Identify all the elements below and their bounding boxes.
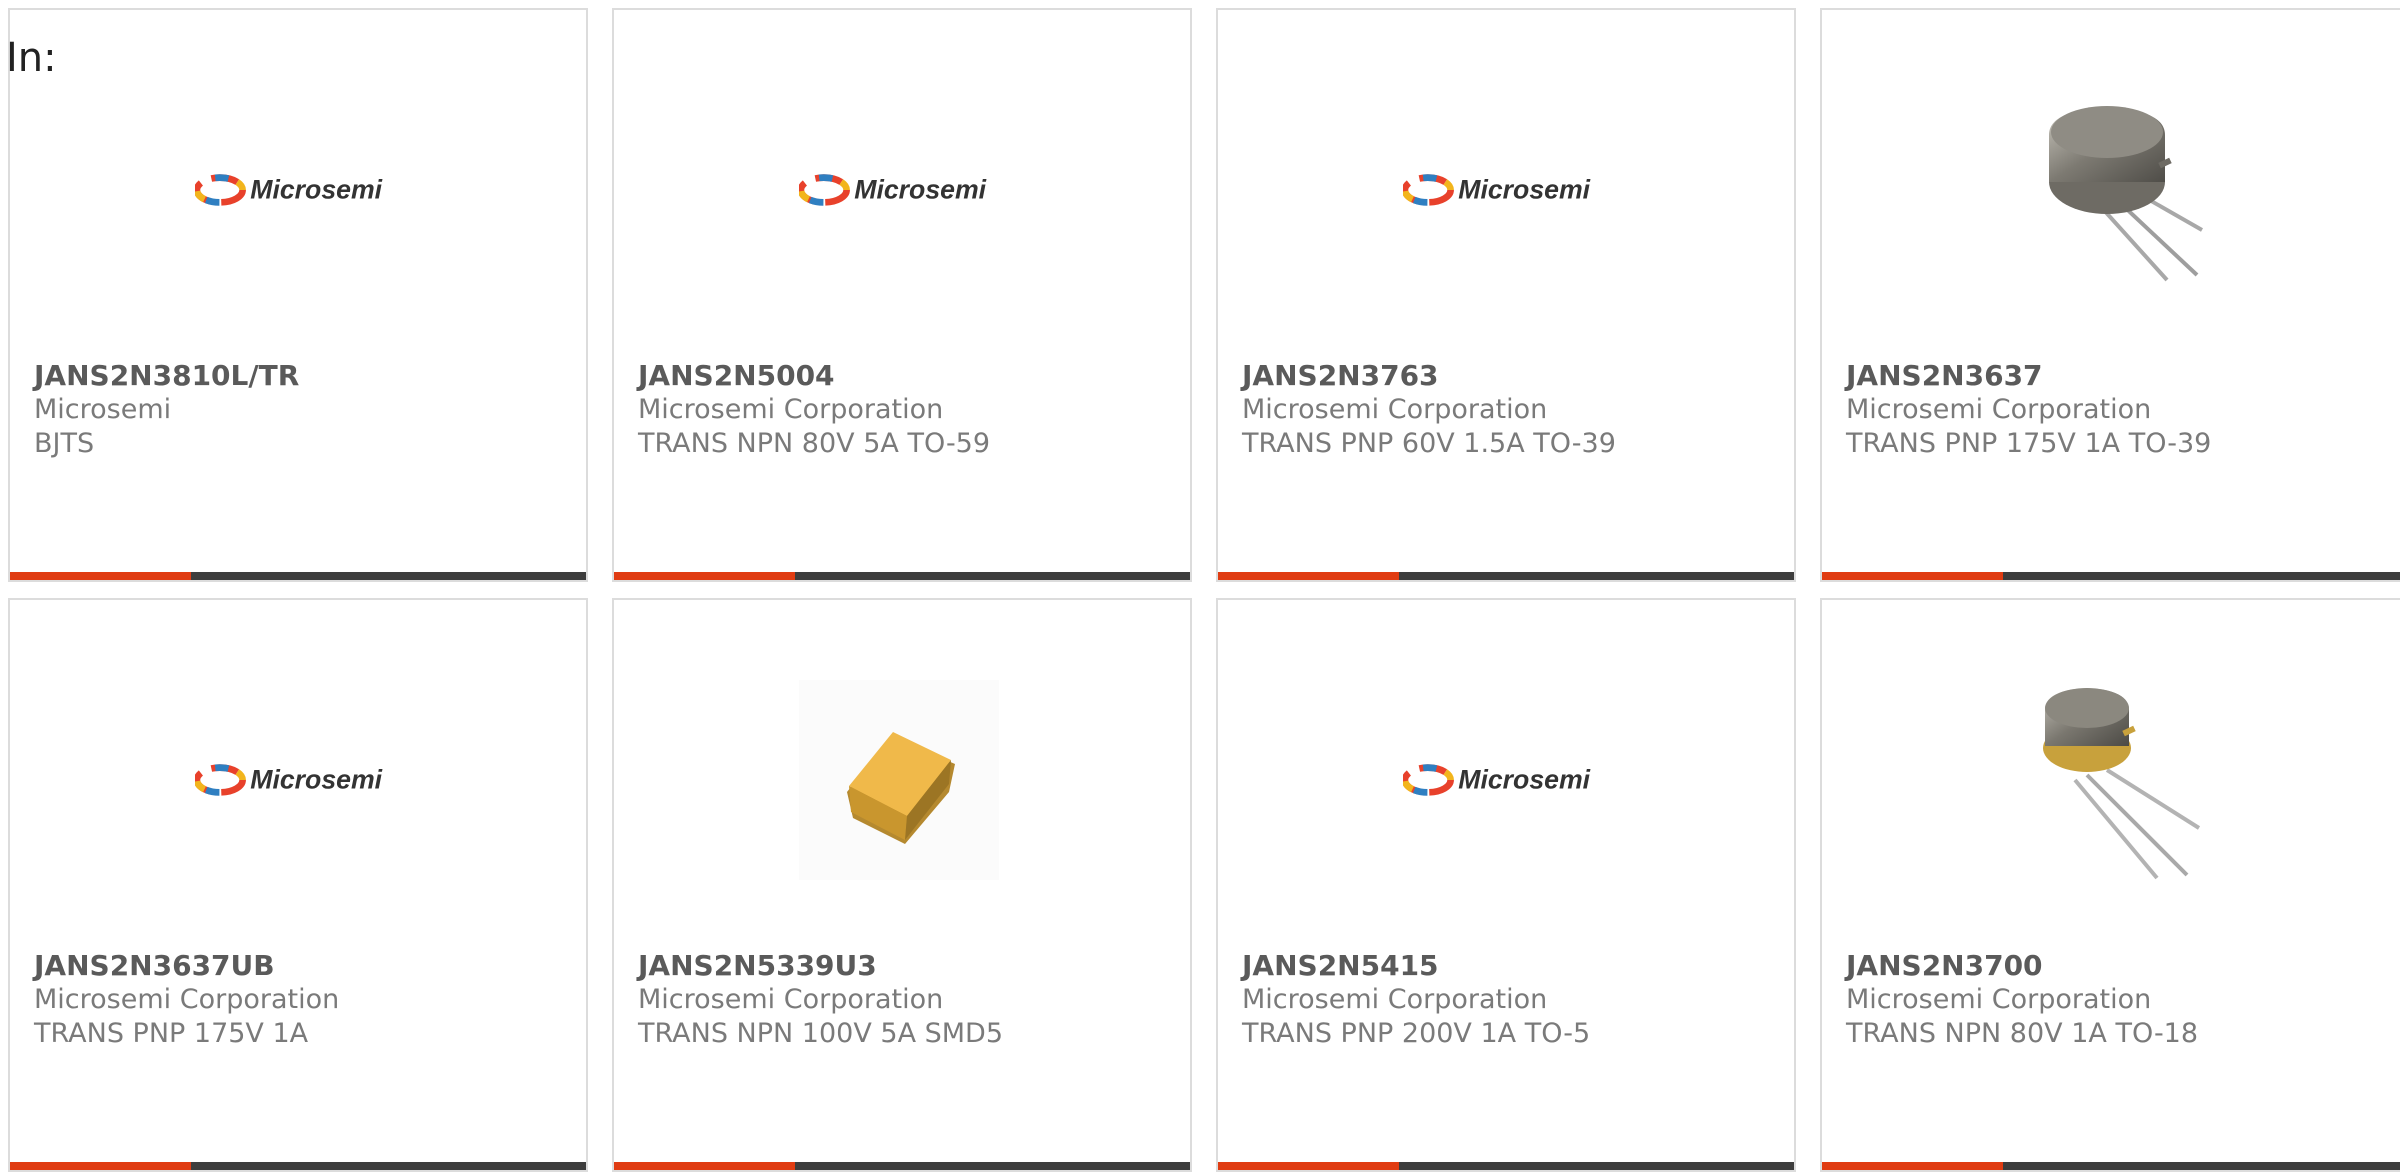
- product-image: Microsemi: [195, 90, 395, 290]
- microsemi-logo-icon: Microsemi: [1403, 174, 1591, 206]
- part-number[interactable]: JANS2N5339U3: [638, 949, 877, 982]
- product-image: [2007, 680, 2207, 880]
- product-card[interactable]: Microsemi JANS2N3637UB Microsemi Corpora…: [8, 598, 588, 1172]
- product-image: [2007, 90, 2207, 290]
- card-bar: [1822, 572, 2400, 580]
- card-bar: [614, 1162, 1190, 1170]
- product-image: Microsemi: [1403, 90, 1603, 290]
- svg-text:Microsemi: Microsemi: [1458, 175, 1590, 205]
- svg-text:Microsemi: Microsemi: [1458, 765, 1590, 795]
- product-card[interactable]: JANS2N3637 Microsemi Corporation TRANS P…: [1820, 8, 2400, 582]
- microsemi-logo-icon: Microsemi: [1403, 764, 1591, 796]
- manufacturer: Microsemi Corporation: [34, 984, 340, 1015]
- microsemi-logo-icon: Microsemi: [195, 764, 383, 796]
- product-card[interactable]: JANS2N5339U3 Microsemi Corporation TRANS…: [612, 598, 1192, 1172]
- product-image: Microsemi: [195, 680, 395, 880]
- svg-text:Microsemi: Microsemi: [250, 175, 382, 205]
- svg-text:Microsemi: Microsemi: [854, 175, 986, 205]
- microsemi-logo-icon: Microsemi: [195, 174, 383, 206]
- product-card[interactable]: Microsemi JANS2N5415 Microsemi Corporati…: [1216, 598, 1796, 1172]
- description: TRANS PNP 175V 1A TO-39: [1846, 428, 2212, 459]
- card-bar: [1822, 1162, 2400, 1170]
- product-card[interactable]: Microsemi JANS2N3763 Microsemi Corporati…: [1216, 8, 1796, 582]
- smd5-package-icon: [799, 680, 999, 880]
- description: TRANS PNP 175V 1A: [34, 1018, 309, 1049]
- description: TRANS NPN 80V 1A TO-18: [1846, 1018, 2199, 1049]
- part-number[interactable]: JANS2N3763: [1242, 359, 1439, 392]
- product-image: Microsemi: [1403, 680, 1603, 880]
- part-number[interactable]: JANS2N3810L/TR: [34, 359, 299, 392]
- description: TRANS NPN 100V 5A SMD5: [638, 1018, 1004, 1049]
- product-image: [799, 680, 999, 880]
- description: BJTS: [34, 428, 95, 459]
- part-number[interactable]: JANS2N3637: [1846, 359, 2043, 392]
- card-bar: [10, 1162, 586, 1170]
- manufacturer: Microsemi Corporation: [638, 984, 944, 1015]
- to18-transistor-icon: [2043, 688, 2201, 880]
- product-card[interactable]: JANS2N3700 Microsemi Corporation TRANS N…: [1820, 598, 2400, 1172]
- part-number[interactable]: JANS2N5415: [1242, 949, 1439, 982]
- in-label: In:: [6, 35, 57, 81]
- part-number[interactable]: JANS2N3637UB: [34, 949, 275, 982]
- card-bar: [10, 572, 586, 580]
- product-card[interactable]: Microsemi JANS2N3810L/TR Microsemi BJTS: [8, 8, 588, 582]
- part-number[interactable]: JANS2N3700: [1846, 949, 2043, 982]
- manufacturer: Microsemi Corporation: [1242, 394, 1548, 425]
- part-number[interactable]: JANS2N5004: [638, 359, 835, 392]
- product-card[interactable]: Microsemi JANS2N5004 Microsemi Corporati…: [612, 8, 1192, 582]
- description: TRANS PNP 200V 1A TO-5: [1242, 1018, 1591, 1049]
- microsemi-logo-icon: Microsemi: [799, 174, 987, 206]
- to39-transistor-icon: [2049, 106, 2203, 282]
- card-bar: [614, 572, 1190, 580]
- manufacturer: Microsemi Corporation: [638, 394, 944, 425]
- card-bar: [1218, 572, 1794, 580]
- description: TRANS PNP 60V 1.5A TO-39: [1242, 428, 1616, 459]
- svg-text:Microsemi: Microsemi: [250, 765, 382, 795]
- manufacturer: Microsemi: [34, 394, 172, 425]
- card-bar: [1218, 1162, 1794, 1170]
- product-image: Microsemi: [799, 90, 999, 290]
- manufacturer: Microsemi Corporation: [1846, 984, 2152, 1015]
- manufacturer: Microsemi Corporation: [1846, 394, 2152, 425]
- description: TRANS NPN 80V 5A TO-59: [638, 428, 991, 459]
- manufacturer: Microsemi Corporation: [1242, 984, 1548, 1015]
